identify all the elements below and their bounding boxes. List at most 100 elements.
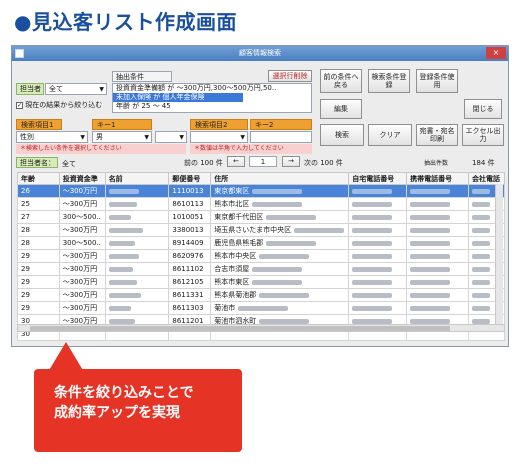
condition-item[interactable]: 年齢 が 25 ～ 45: [113, 102, 311, 111]
col-header[interactable]: 郵便番号: [168, 172, 212, 185]
cell-mobile-phone: [406, 223, 469, 237]
search1-hint: ＊検索したい条件を選択してください: [16, 144, 186, 154]
cell-zip: 8612105: [168, 275, 212, 289]
col-header[interactable]: 携帯電話番号: [406, 172, 469, 185]
scroll-thumb[interactable]: [30, 326, 450, 331]
redacted-text: [108, 240, 135, 246]
table-row[interactable]: 27 300～500.. 1010051 東京都千代田区: [17, 210, 506, 224]
owner-label: 担当者: [16, 83, 44, 95]
search-window: 顧客情報検索 × 抽出条件 選択行削除 投資資金準備額 が ～300万円,300…: [11, 45, 509, 347]
cell-name: [104, 301, 170, 315]
cell-addr-text: 鹿児島県熊毛郡: [214, 239, 264, 247]
condition-item[interactable]: 投資資金準備額 が ～300万円,300～500万円,50..: [113, 84, 311, 93]
cell-name: [104, 197, 170, 211]
col-header[interactable]: 年齢: [17, 172, 60, 185]
vertical-scrollbar[interactable]: [495, 184, 503, 324]
search-item2-select[interactable]: ▼: [190, 131, 248, 143]
close-button[interactable]: 閉じる: [464, 99, 502, 119]
redacted-text: [352, 305, 393, 311]
table-row[interactable]: 28 300～500.. 8914409 鹿児島県熊毛郡: [17, 236, 506, 250]
cell-fund: ～300万円: [58, 288, 106, 302]
cell-home-phone: [348, 223, 408, 237]
redacted-text: [410, 318, 451, 324]
redacted-text: [410, 253, 451, 259]
redacted-text: [259, 253, 310, 259]
cell-fund: ～300万円: [58, 301, 106, 315]
clear-button[interactable]: クリア: [368, 124, 412, 146]
col-header[interactable]: 住所: [210, 172, 350, 185]
search-item1-label: 検索項目1: [16, 119, 62, 130]
search-item1-value: 性別: [20, 133, 34, 141]
col-header[interactable]: 投資資金準: [58, 172, 106, 185]
cell-fund: 300～500..: [58, 236, 106, 250]
chevron-down-icon: ▼: [80, 134, 85, 141]
condition-item[interactable]: 未加入保険 が 個人年金保険: [113, 93, 243, 102]
cell-fund-text: ～300万円: [62, 200, 98, 208]
table-row[interactable]: 25 ～300万円 8610113 熊本市北区: [17, 197, 506, 211]
key1-select[interactable]: 男 ▼: [92, 131, 152, 143]
operator-select[interactable]: ▼: [155, 131, 187, 143]
excel-export-button[interactable]: エクセル出力: [462, 124, 504, 146]
table-row[interactable]: 29 ～300万円 8620976 熊本市中央区: [17, 249, 506, 263]
pager-next-text: 次の 100 件: [304, 159, 343, 167]
redacted-text: [108, 201, 137, 207]
cell-addr-text: 熊本県菊池郡: [214, 291, 257, 299]
owner-select[interactable]: 全て ▼: [45, 83, 107, 95]
print-button[interactable]: 宛書・宛名印刷: [416, 124, 458, 146]
prev-condition-button[interactable]: 前の条件へ戻る: [320, 69, 362, 93]
col-header[interactable]: 名前: [104, 172, 170, 185]
redacted-text: [471, 201, 490, 207]
narrow-checkbox-row[interactable]: ✓ 現在の結果から絞り込む: [16, 100, 102, 110]
use-saved-condition-button[interactable]: 登録条件使用: [416, 69, 458, 93]
checkbox-icon[interactable]: ✓: [16, 102, 23, 109]
table-row[interactable]: 28 ～300万円 3380013 埼玉県さいたま市中央区: [17, 223, 506, 237]
search-item1-select[interactable]: 性別 ▼: [16, 131, 88, 143]
horizontal-scrollbar[interactable]: [17, 324, 505, 332]
clear-selected-button[interactable]: 選択行削除: [268, 70, 312, 82]
edit-button[interactable]: 編集: [320, 99, 362, 119]
cell-age: 28: [17, 223, 60, 237]
page-number-input[interactable]: 1: [249, 156, 277, 167]
table-row[interactable]: 29 ～300万円 8611331 熊本県菊池郡: [17, 288, 506, 302]
redacted-text: [471, 266, 490, 272]
close-icon[interactable]: ×: [486, 47, 506, 59]
redacted-text: [252, 188, 303, 194]
redacted-text: [108, 305, 131, 311]
cell-addr-text: 熊本市中央区: [214, 252, 257, 260]
cell-zip: 8611102: [168, 262, 212, 276]
cell-mobile-phone: [406, 288, 469, 302]
cell-home-phone: [348, 236, 408, 250]
save-condition-button[interactable]: 検索条件登録: [368, 69, 410, 93]
cell-addr: 熊本市北区: [210, 197, 350, 211]
search-button[interactable]: 検索: [320, 124, 364, 146]
next-page-button[interactable]: →: [282, 156, 300, 167]
cell-name: [104, 275, 170, 289]
owner-select-value: 全て: [49, 85, 63, 93]
table-row[interactable]: 29 ～300万円 8611303 菊池市: [17, 301, 506, 315]
cell-age: 29: [17, 275, 60, 289]
search2-hint: ＊数値は半角で入力してください: [190, 144, 312, 154]
table-row[interactable]: 26 ～300万円 1110013 東京都東区: [17, 184, 506, 198]
cell-addr: 埼玉県さいたま市中央区: [210, 223, 350, 237]
cell-age-text: 28: [21, 239, 30, 247]
cell-name: [104, 249, 170, 263]
redacted-text: [252, 266, 303, 272]
table-row[interactable]: 29 ～300万円 8612105 熊本市東区: [17, 275, 506, 289]
cell-age: 25: [17, 197, 60, 211]
col-header[interactable]: 自宅電話番号: [348, 172, 408, 185]
cell-zip: 8611331: [168, 288, 212, 302]
key2-input[interactable]: [250, 131, 312, 143]
cell-home-phone: [348, 288, 408, 302]
cell-fund-text: ～300万円: [62, 304, 98, 312]
table-row[interactable]: 29 ～300万円 8611102 合志市須屋: [17, 262, 506, 276]
prev-page-button[interactable]: ←: [227, 156, 245, 167]
col-header[interactable]: 会社電話: [467, 172, 506, 185]
cell-age: 27: [17, 210, 60, 224]
conditions-list[interactable]: 投資資金準備額 が ～300万円,300～500万円,50.. 未加入保険 が …: [112, 83, 312, 113]
cell-addr-text: 埼玉県さいたま市中央区: [214, 226, 292, 234]
key1-label: キー1: [92, 119, 152, 130]
cell-addr: 熊本市東区: [210, 275, 350, 289]
redacted-text: [352, 253, 393, 259]
cell-home-phone: [348, 210, 408, 224]
cell-mobile-phone: [406, 249, 469, 263]
